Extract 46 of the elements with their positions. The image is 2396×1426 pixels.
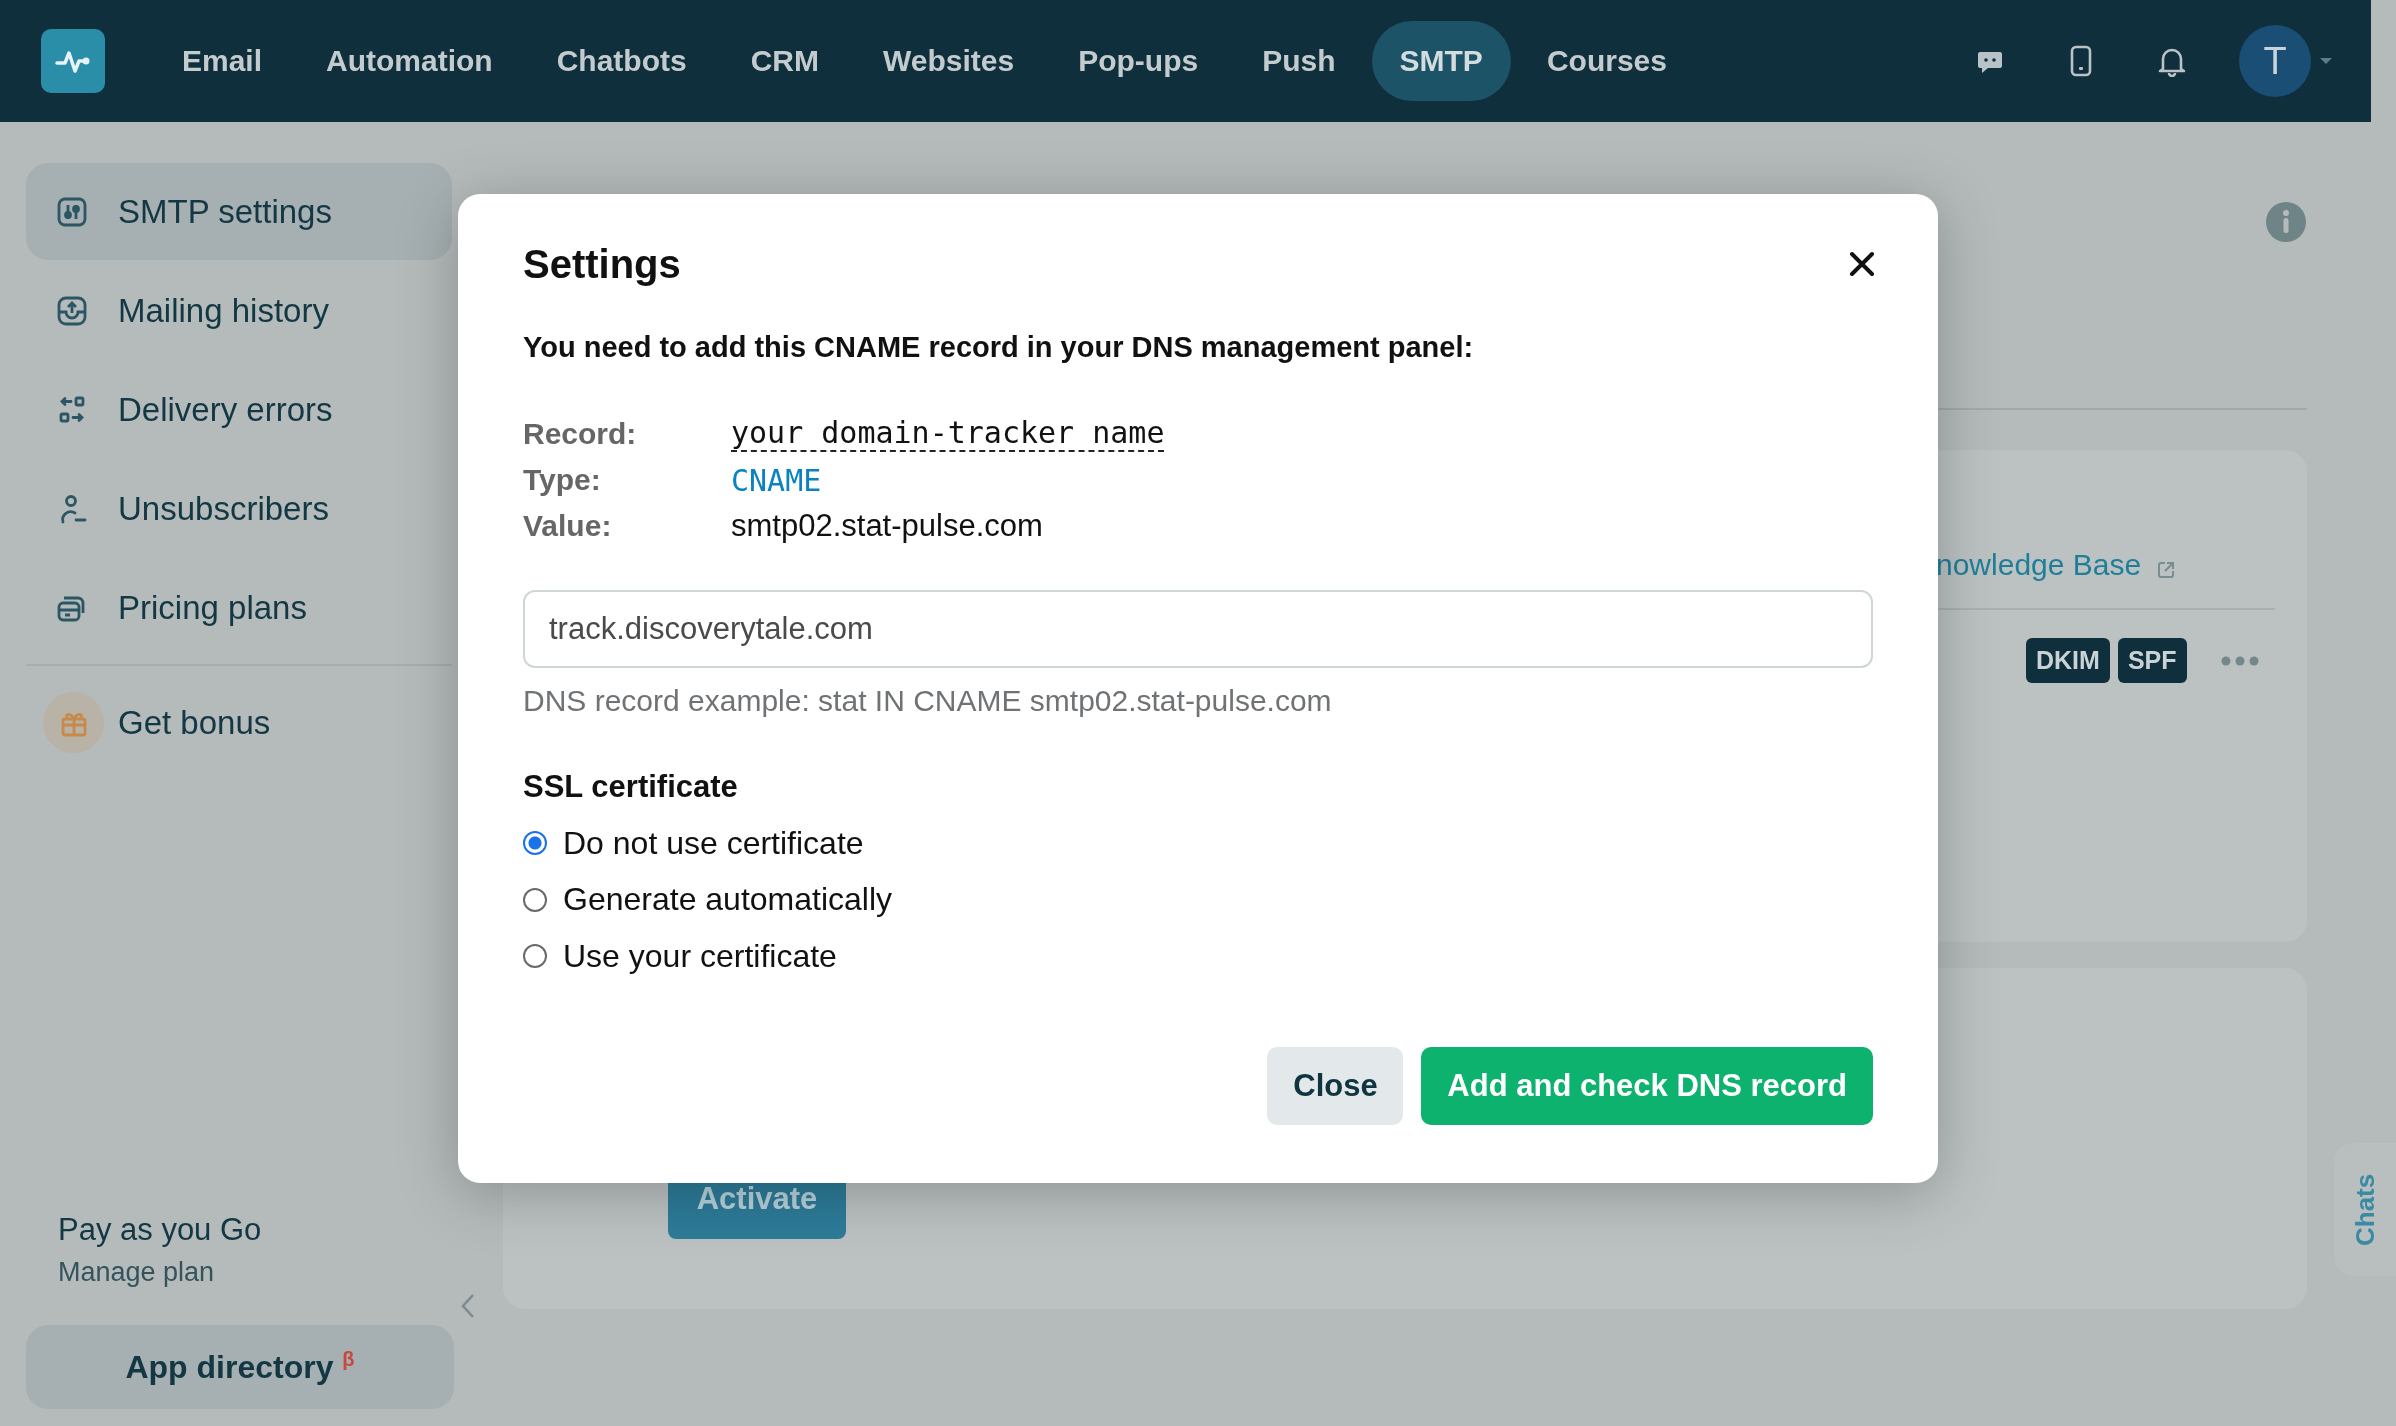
sidebar-item[interactable]: SMTP settings: [26, 163, 452, 260]
app-directory-button[interactable]: App directory $^{β}$: [26, 1325, 454, 1409]
field-value: CNAME: [731, 462, 822, 498]
radio-label: Do not use certificate: [563, 824, 864, 862]
dialog-title: Settings: [523, 241, 681, 288]
section-heading: SSL certificate: [523, 768, 739, 806]
record-tag: DKIM: [2026, 638, 2110, 683]
sliders-icon: [56, 195, 88, 228]
caret-icon[interactable]: [2319, 56, 2333, 66]
nav-tab[interactable]: Automation: [298, 21, 521, 101]
nav-tab[interactable]: Push: [1234, 21, 1364, 101]
phone-icon[interactable]: [2069, 45, 2093, 77]
plan-name: Pay as you Go: [58, 1211, 263, 1249]
field-hint: DNS record example: stat IN CNAME smtp02.stat-pulse.com: [523, 683, 1333, 719]
record-tag: SPF: [2117, 638, 2187, 683]
sidebar-item[interactable]: Delivery errors: [26, 361, 452, 458]
external-link-icon: [2156, 560, 2176, 580]
field-value: your domain-tracker name: [731, 416, 1165, 452]
inbox-upload-icon: [56, 294, 88, 327]
nav-tab[interactable]: SMTP: [1371, 21, 1511, 101]
sidebar-item[interactable]: Unsubscribers: [26, 460, 452, 557]
close-icon[interactable]: [1849, 251, 1875, 277]
nav-tab[interactable]: Websites: [855, 21, 1043, 101]
user-avatar[interactable]: T: [2239, 25, 2311, 97]
nav-tab[interactable]: Pop-ups: [1050, 21, 1227, 101]
field-label: Type:: [523, 463, 602, 497]
sidebar-item[interactable]: Pricing plans: [26, 559, 452, 656]
close-button[interactable]: Close: [1267, 1046, 1404, 1125]
nav-tab[interactable]: Email: [154, 21, 291, 101]
logo-icon[interactable]: [41, 29, 105, 93]
radio-button[interactable]: [523, 831, 547, 856]
nav-tab[interactable]: Chatbots: [528, 21, 715, 101]
field-value: smtp02.stat-pulse.com: [731, 508, 1043, 544]
manage-plan-link[interactable]: Manage plan: [58, 1251, 215, 1293]
dialog-instruction: You need to add this CNAME record in your DNS management panel:: [523, 330, 1475, 365]
sidebar-item[interactable]: Mailing history: [26, 262, 452, 359]
nav-tab[interactable]: Courses: [1518, 21, 1695, 101]
field-label: Value:: [523, 509, 613, 543]
radio-button[interactable]: [523, 944, 547, 969]
nav-tab[interactable]: CRM: [722, 21, 847, 101]
radio-label: Generate automatically: [563, 881, 893, 919]
get-bonus-link[interactable]: Get bonus: [26, 674, 452, 771]
field-label: Record:: [523, 417, 638, 451]
domain-input-field[interactable]: track.discoverytale.com: [523, 590, 1873, 668]
radio-button[interactable]: [523, 887, 547, 912]
radio-label: Use your certificate: [563, 937, 837, 975]
